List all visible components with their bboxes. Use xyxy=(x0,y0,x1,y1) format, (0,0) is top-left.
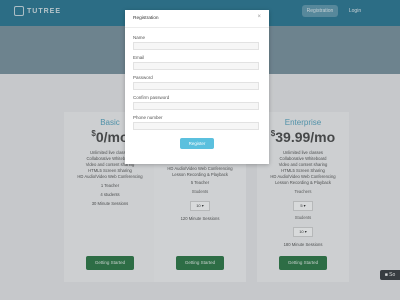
password-label: Password xyxy=(133,75,153,80)
email-field[interactable] xyxy=(133,62,259,70)
confirm-password-label: Confirm password xyxy=(133,95,170,100)
password-field[interactable] xyxy=(133,82,259,90)
register-button[interactable]: Register xyxy=(180,138,214,149)
email-label: Email xyxy=(133,55,145,60)
name-field[interactable] xyxy=(133,42,259,50)
confirm-password-field[interactable] xyxy=(133,102,259,110)
modal-title: Registration xyxy=(133,16,159,21)
registration-form: Name Email Password Confirm password Pho… xyxy=(125,28,269,149)
name-label: Name xyxy=(133,35,146,40)
close-icon[interactable]: × xyxy=(257,14,261,20)
registration-modal: Registration × Name Email Password Confi… xyxy=(125,10,269,164)
modal-header: Registration × xyxy=(125,10,269,28)
phone-number-field[interactable] xyxy=(133,122,259,130)
phone-number-label: Phone number xyxy=(133,115,163,120)
